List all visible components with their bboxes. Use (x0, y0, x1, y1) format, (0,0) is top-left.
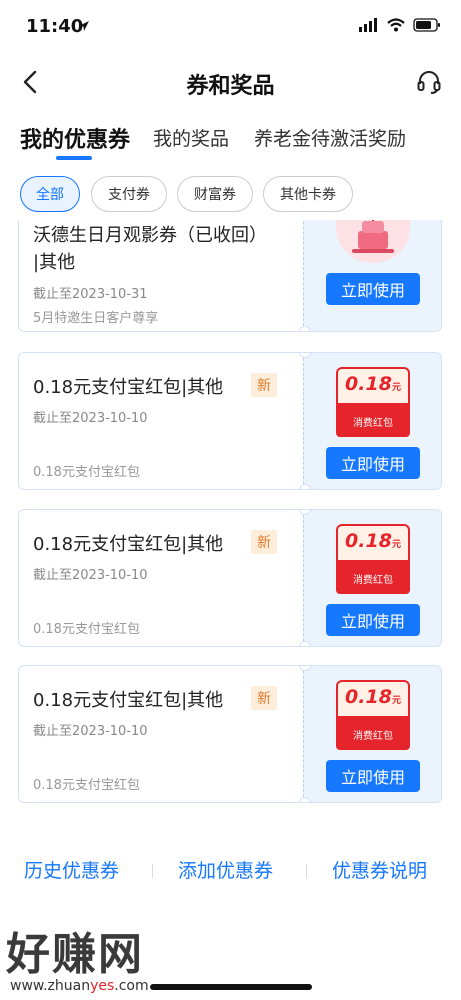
filter-chip-all[interactable]: 全部 (20, 176, 80, 212)
status-bar: 11:40 (0, 0, 461, 56)
use-now-button[interactable]: 立即使用 (326, 760, 420, 792)
use-now-button[interactable]: 立即使用 (326, 604, 420, 636)
red-packet-amount: 0.18元 (345, 530, 401, 552)
coupon-description: 5月特邀生日客户尊享 (33, 311, 159, 326)
coupon-expiry: 截止至2023-10-10 (33, 568, 148, 583)
coupon-card: 0.18元支付宝红包|其他 新 截止至2023-10-10 0.18元支付宝红包… (18, 665, 442, 803)
coupon-card: 沃德生日月观影券（已收回） |其他 截止至2023-10-31 5月特邀生日客户… (18, 220, 442, 332)
coupon-title-line2: |其他 (33, 252, 76, 273)
status-time: 11:40 (26, 16, 84, 37)
link-divider (306, 864, 307, 878)
coupon-notch (299, 797, 311, 802)
coupon-title: 沃德生日月观影券（已收回） (33, 225, 267, 246)
coupon-card: 0.18元支付宝红包|其他 新 截止至2023-10-10 0.18元支付宝红包… (18, 352, 442, 490)
wifi-icon (387, 18, 405, 32)
location-arrow-icon (79, 21, 89, 31)
coupon-action-panel: 0.18元 消费红包 立即使用 (303, 666, 441, 802)
tab-bar: 我的优惠券 我的奖品 养老金待激活奖励 (0, 120, 461, 166)
red-packet-image: 0.18元 消费红包 (336, 367, 410, 437)
coupon-expiry: 截止至2023-10-31 (33, 287, 148, 302)
red-packet-image: 0.18元 消费红包 (336, 680, 410, 750)
coupon-description: 0.18元支付宝红包 (33, 465, 140, 480)
headset-icon (417, 71, 441, 94)
red-packet-amount: 0.18元 (345, 373, 401, 395)
coupon-action-panel: 立即使用 (303, 220, 441, 331)
coupon-list: 沃德生日月观影券（已收回） |其他 截止至2023-10-31 5月特邀生日客户… (0, 220, 461, 820)
filter-chip-other-cards[interactable]: 其他卡券 (263, 176, 353, 212)
cake-icon (352, 220, 394, 253)
status-icons (359, 18, 441, 32)
coupon-expiry: 截止至2023-10-10 (33, 724, 148, 739)
red-packet-label: 消费红包 (353, 575, 393, 586)
coupon-title: 0.18元支付宝红包|其他 (33, 690, 224, 711)
new-badge: 新 (251, 686, 277, 710)
use-now-button[interactable]: 立即使用 (326, 273, 420, 305)
add-coupon-link[interactable]: 添加优惠券 (178, 856, 273, 883)
tab-pension-rewards[interactable]: 养老金待激活奖励 (254, 124, 406, 151)
coupon-title: 0.18元支付宝红包|其他 (33, 377, 224, 398)
battery-icon (413, 18, 440, 32)
active-tab-indicator (56, 156, 92, 160)
navigation-bar: 券和奖品 (0, 56, 461, 108)
coupon-expiry: 截止至2023-10-10 (33, 411, 148, 426)
red-packet-label: 消费红包 (353, 418, 393, 429)
coupon-description: 0.18元支付宝红包 (33, 778, 140, 793)
bottom-links: 历史优惠券 添加优惠券 优惠券说明 (0, 852, 461, 888)
home-indicator[interactable] (150, 984, 312, 990)
filter-bar: 全部 支付券 财富券 其他卡券 (0, 176, 461, 212)
coupon-info: 沃德生日月观影券（已收回） |其他 截止至2023-10-31 5月特邀生日客户… (19, 220, 305, 331)
filter-chip-wealth[interactable]: 财富券 (177, 176, 253, 212)
cellular-signal-icon (359, 18, 377, 32)
link-divider (152, 864, 153, 878)
watermark-url: www.zhuanyes.com (10, 978, 149, 994)
red-packet-label: 消费红包 (353, 731, 393, 742)
coupon-info-link[interactable]: 优惠券说明 (332, 856, 427, 883)
coupon-notch (299, 641, 311, 646)
coupon-info: 0.18元支付宝红包|其他 新 截止至2023-10-10 0.18元支付宝红包 (19, 353, 305, 489)
coupon-title: 0.18元支付宝红包|其他 (33, 534, 224, 555)
coupon-action-panel: 0.18元 消费红包 立即使用 (303, 510, 441, 646)
coupon-card: 0.18元支付宝红包|其他 新 截止至2023-10-10 0.18元支付宝红包… (18, 509, 442, 647)
filter-chip-payment[interactable]: 支付券 (91, 176, 167, 212)
birthday-cake-image (336, 220, 410, 263)
page-title: 券和奖品 (186, 74, 275, 99)
coupon-info: 0.18元支付宝红包|其他 新 截止至2023-10-10 0.18元支付宝红包 (19, 510, 305, 646)
customer-service-button[interactable] (413, 66, 445, 98)
coupon-action-panel: 0.18元 消费红包 立即使用 (303, 353, 441, 489)
coupon-notch (299, 484, 311, 489)
tab-my-coupons[interactable]: 我的优惠券 (20, 122, 130, 154)
watermark-logo: 好赚网 (6, 929, 144, 980)
coupon-description: 0.18元支付宝红包 (33, 622, 140, 637)
tab-my-prizes[interactable]: 我的奖品 (153, 124, 229, 151)
coupon-notch (299, 326, 311, 331)
use-now-button[interactable]: 立即使用 (326, 447, 420, 479)
red-packet-amount: 0.18元 (345, 686, 401, 708)
watermark: 好赚网 www.zhuanyes.com (6, 918, 149, 994)
new-badge: 新 (251, 530, 277, 554)
history-coupons-link[interactable]: 历史优惠券 (24, 856, 119, 883)
coupon-info: 0.18元支付宝红包|其他 新 截止至2023-10-10 0.18元支付宝红包 (19, 666, 305, 802)
red-packet-image: 0.18元 消费红包 (336, 524, 410, 594)
new-badge: 新 (251, 373, 277, 397)
